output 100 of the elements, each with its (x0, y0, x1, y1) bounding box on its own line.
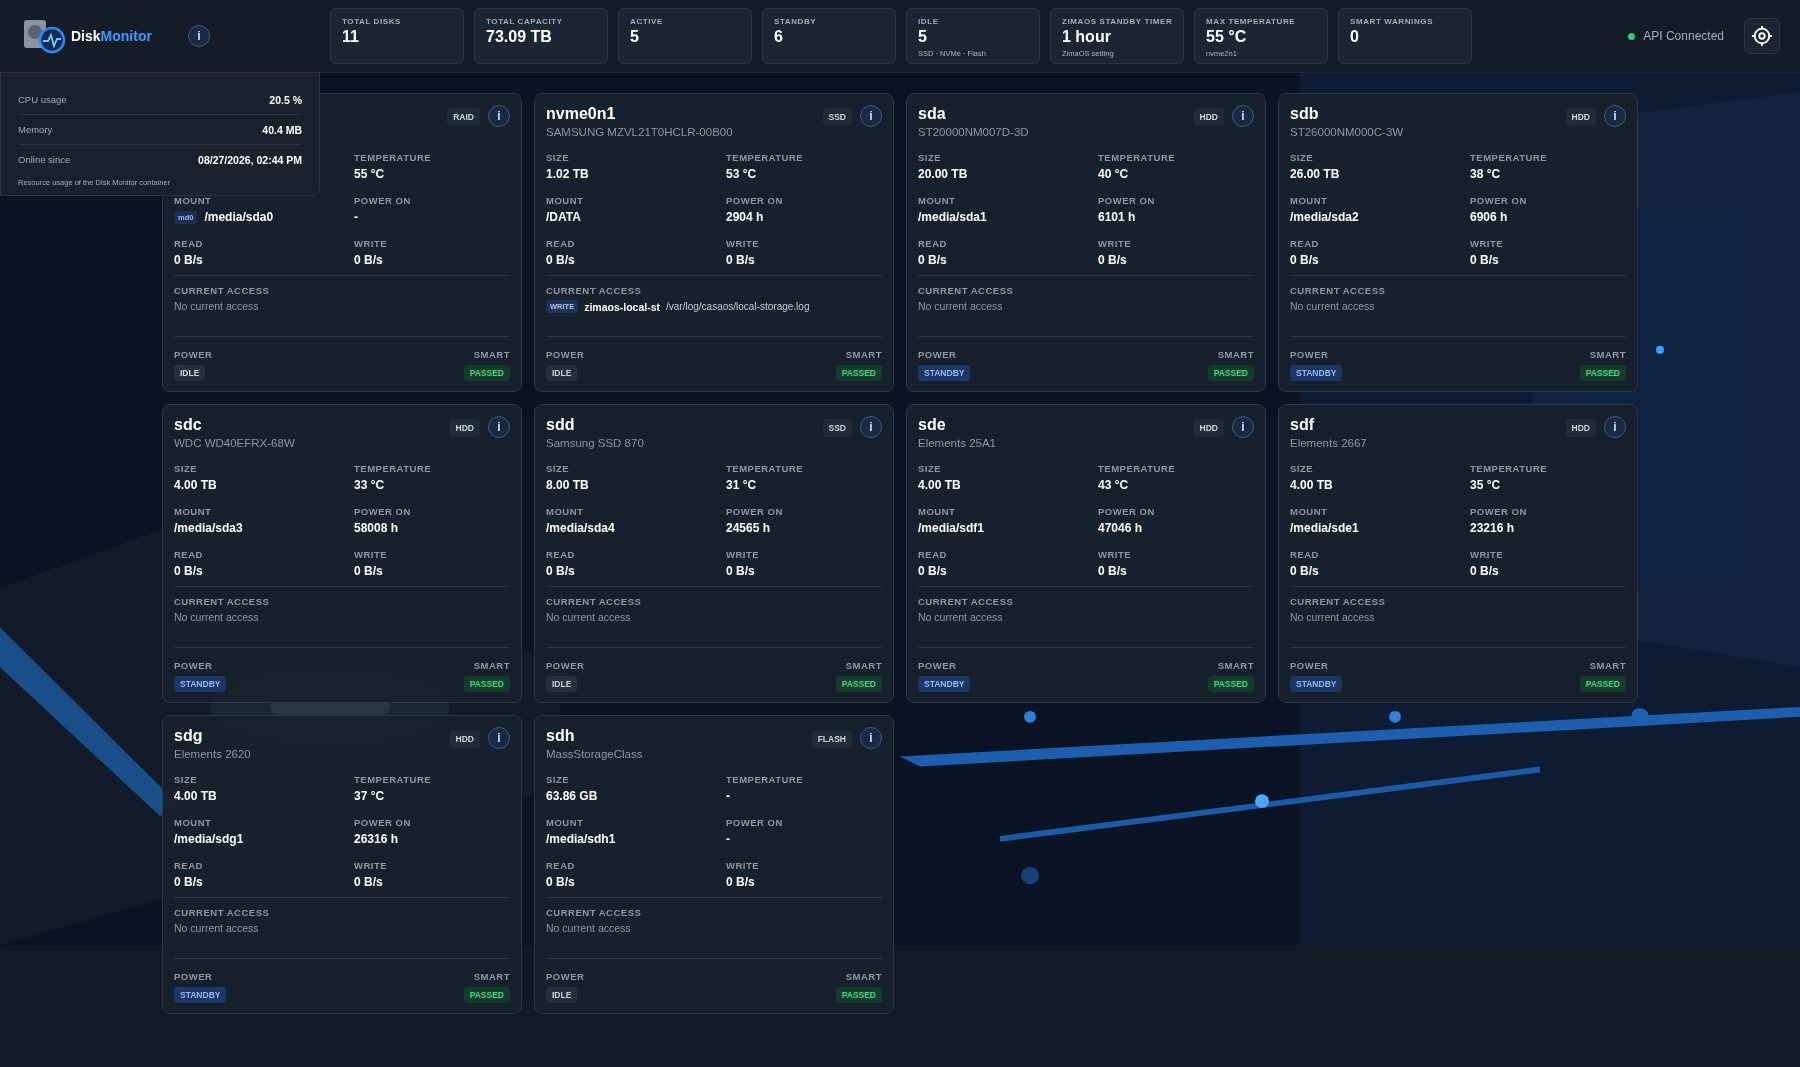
stat-label: TOTAL CAPACITY (486, 17, 564, 26)
settings-button[interactable] (1744, 18, 1780, 54)
type-tag: HDD (449, 419, 480, 437)
field-value: 24565 h (726, 521, 771, 535)
stat-value: 55 °C (1206, 28, 1248, 46)
power-state: STANDBY (918, 676, 971, 692)
stat-label: TOTAL DISKS (342, 17, 403, 26)
info-button[interactable]: i (488, 105, 510, 127)
field-label: SIZE (546, 463, 571, 474)
field-value: 4.00 TB (1290, 478, 1333, 492)
field-value: 43 °C (1098, 478, 1129, 492)
access-text: No current access (1290, 611, 1376, 623)
field-label: WRITE (354, 549, 389, 560)
field-label: POWER (174, 971, 213, 982)
access-text: No current access (1290, 300, 1376, 312)
field-label: CURRENT ACCESS (918, 285, 1015, 296)
info-button[interactable]: i (488, 727, 510, 749)
info-button[interactable]: i (488, 416, 510, 438)
field-label: POWER (174, 660, 213, 671)
stat-value: 0 (1350, 28, 1360, 46)
smart-state: PASSED (1579, 676, 1626, 692)
field-value: 63.86 GB (546, 789, 598, 803)
field-label: POWER ON (726, 817, 784, 828)
field-label: SMART (845, 349, 882, 360)
field-label: POWER (1290, 349, 1329, 360)
field-value: /media/sdh1 (546, 832, 616, 846)
field-label: SMART (1217, 349, 1254, 360)
field-value: 0 B/s (726, 253, 755, 267)
field-label: MOUNT (546, 506, 585, 517)
resource-value: 08/27/2026, 02:44 PM (198, 153, 302, 166)
disk-name: sdd (546, 416, 576, 434)
info-button[interactable]: i (187, 25, 210, 47)
field-value: /media/sdf1 (918, 521, 985, 535)
info-button[interactable]: i (1604, 105, 1626, 127)
type-tag: FLASH (811, 730, 852, 748)
field-label: MOUNT (546, 817, 585, 828)
resource-value: 20.5 % (269, 93, 302, 106)
smart-state: PASSED (835, 365, 882, 381)
info-button[interactable]: i (860, 416, 882, 438)
disk-model: Elements 2667 (1290, 437, 1368, 451)
field-label: POWER ON (354, 817, 412, 828)
field-label: TEMPERATURE (354, 152, 433, 163)
field-value: 6101 h (1098, 210, 1136, 224)
api-status: API Connected (1643, 29, 1724, 43)
field-label: POWER (1290, 660, 1329, 671)
field-value: 58008 h (354, 521, 399, 535)
power-state: STANDBY (174, 676, 227, 692)
stat-value: 6 (774, 28, 784, 46)
field-label: SIZE (174, 774, 199, 785)
field-label: CURRENT ACCESS (546, 596, 643, 607)
field-value: 0 B/s (354, 875, 383, 889)
field-value: 4.00 TB (174, 789, 217, 803)
info-button[interactable]: i (1232, 105, 1254, 127)
field-value: /media/sda4 (546, 521, 615, 535)
field-label: READ (1290, 549, 1320, 560)
field-label: POWER (918, 660, 957, 671)
field-label: READ (1290, 238, 1320, 249)
field-label: SMART (845, 660, 882, 671)
info-button[interactable]: i (1604, 416, 1626, 438)
field-value: /DATA (546, 210, 581, 224)
field-label: READ (546, 860, 576, 871)
type-tag: SSD (822, 108, 852, 126)
power-state: STANDBY (918, 365, 971, 381)
field-value: - (726, 832, 730, 846)
field-value: 0 B/s (1098, 253, 1127, 267)
field-label: TEMPERATURE (354, 463, 433, 474)
access-text: No current access (546, 611, 632, 623)
field-label: READ (546, 549, 576, 560)
type-tag: RAID (447, 108, 480, 126)
field-label: TEMPERATURE (1098, 152, 1177, 163)
power-state: IDLE (174, 365, 206, 381)
field-label: POWER ON (1098, 506, 1156, 517)
field-label: READ (174, 549, 204, 560)
info-button[interactable]: i (860, 727, 882, 749)
field-label: TEMPERATURE (726, 463, 805, 474)
field-value: 31 °C (726, 478, 757, 492)
field-value: 33 °C (354, 478, 385, 492)
disk-name: sdh (546, 727, 576, 745)
smart-state: PASSED (1579, 365, 1626, 381)
field-value: /media/sda0 (204, 210, 274, 224)
field-value: 26316 h (354, 832, 399, 846)
smart-state: PASSED (463, 676, 510, 692)
field-label: READ (918, 549, 948, 560)
field-label: CURRENT ACCESS (1290, 596, 1387, 607)
field-label: MOUNT (1290, 195, 1329, 206)
power-state: STANDBY (1290, 365, 1343, 381)
info-button[interactable]: i (860, 105, 882, 127)
field-label: TEMPERATURE (726, 152, 805, 163)
field-label: POWER ON (726, 506, 784, 517)
field-label: POWER ON (1470, 195, 1528, 206)
field-label: POWER (918, 349, 957, 360)
info-button[interactable]: i (1232, 416, 1254, 438)
field-value: 0 B/s (354, 253, 383, 267)
field-label: WRITE (1098, 549, 1133, 560)
field-label: SMART (1217, 660, 1254, 671)
field-value: 0 B/s (354, 564, 383, 578)
field-label: WRITE (354, 860, 389, 871)
field-label: READ (174, 238, 204, 249)
smart-state: PASSED (463, 365, 510, 381)
stat-label: ACTIVE (630, 17, 664, 26)
